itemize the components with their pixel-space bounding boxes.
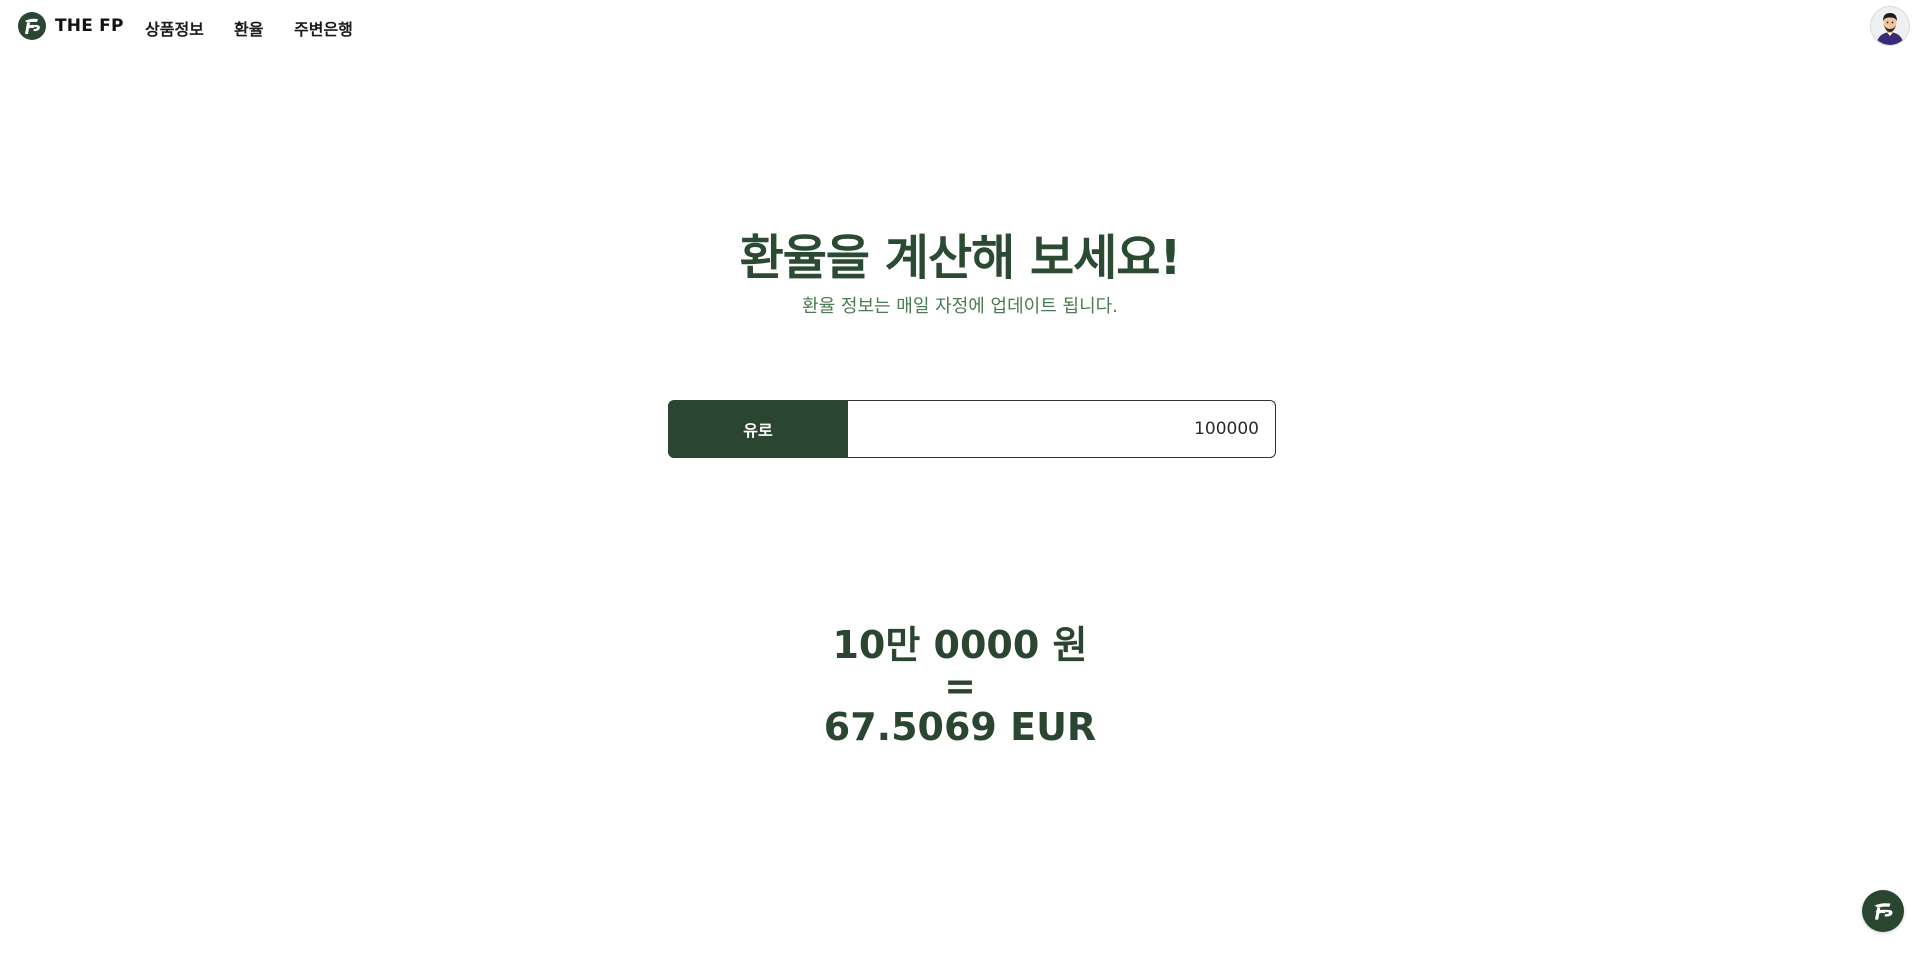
- result-krw-amount: 10만 0000 원: [832, 623, 1088, 667]
- floating-fp-button[interactable]: [1862, 890, 1904, 932]
- nav-link-nearby-banks[interactable]: 주변은행: [294, 16, 353, 40]
- user-avatar-icon: [1871, 7, 1909, 45]
- nav-link-exchange-rate[interactable]: 환율: [234, 16, 263, 40]
- brand-home-link[interactable]: THE FP: [18, 12, 124, 40]
- user-avatar[interactable]: [1870, 6, 1910, 46]
- brand-name: THE FP: [55, 16, 124, 36]
- result-foreign-amount: 67.5069 EUR: [823, 705, 1097, 749]
- page-subtitle: 환율 정보는 매일 자정에 업데이트 됩니다.: [802, 296, 1118, 317]
- fp-logo-icon: [18, 12, 46, 40]
- conversion-result: 10만 0000 원 = 67.5069 EUR: [0, 625, 1920, 748]
- amount-input[interactable]: [848, 400, 1276, 458]
- top-navbar: THE FP 상품정보 환율 주변은행: [0, 0, 1920, 56]
- currency-select-button[interactable]: 유로: [668, 400, 848, 458]
- result-equals-sign: =: [944, 664, 976, 708]
- fp-logo-icon: [1874, 903, 1893, 920]
- currency-converter: 유로: [668, 400, 1276, 458]
- page-title: 환율을 계산해 보세요!: [739, 230, 1182, 286]
- nav-link-products[interactable]: 상품정보: [145, 16, 204, 40]
